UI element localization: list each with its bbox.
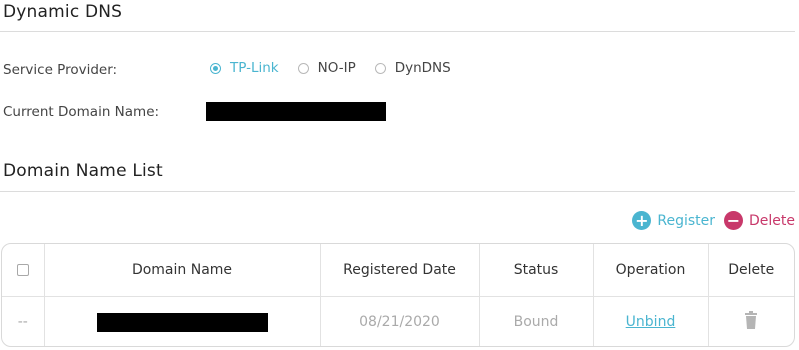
radio-circle	[297, 62, 309, 74]
radio-label: TP-Link	[230, 60, 279, 76]
domain-table: Domain Name Registered Date Status Opera…	[1, 243, 795, 347]
domain-name-list-title: Domain Name List	[3, 161, 163, 181]
radio-no-ip[interactable]: NO-IP	[297, 60, 356, 76]
status-cell: Bound	[479, 296, 594, 346]
dynamic-dns-title: Dynamic DNS	[3, 2, 123, 22]
table-actions: + Register − Delete	[632, 211, 795, 230]
radio-label: NO-IP	[317, 60, 356, 76]
minus-circle-icon: −	[724, 211, 743, 230]
column-header-status: Status	[479, 244, 594, 297]
register-button[interactable]: + Register	[632, 211, 715, 230]
ddns-page: Dynamic DNS Service Provider: TP-Link NO…	[0, 0, 799, 350]
select-all-checkbox[interactable]	[16, 264, 29, 276]
delete-button[interactable]: − Delete	[724, 211, 795, 230]
service-provider-label: Service Provider:	[3, 62, 118, 78]
domain-name-cell	[44, 296, 321, 346]
radio-tp-link[interactable]: TP-Link	[210, 60, 279, 76]
service-provider-radio-group: TP-Link NO-IP DynDNS	[210, 60, 470, 76]
section-divider	[0, 31, 795, 32]
radio-dyndns[interactable]: DynDNS	[374, 60, 451, 76]
plus-circle-icon: +	[632, 211, 652, 230]
radio-circle-selected	[210, 62, 221, 74]
trash-icon[interactable]	[744, 311, 758, 333]
current-domain-label: Current Domain Name:	[3, 104, 160, 120]
registered-date-cell: 08/21/2020	[320, 296, 480, 346]
select-all-cell	[2, 244, 45, 297]
column-header-registered-date: Registered Date	[320, 244, 480, 297]
current-domain-value-redacted	[206, 102, 386, 121]
table-row: -- 08/21/2020 Bound Unbind	[2, 296, 794, 347]
table-header-row: Domain Name Registered Date Status Opera…	[2, 244, 794, 297]
delete-cell	[708, 297, 794, 347]
domain-name-redacted	[96, 312, 268, 332]
unbind-link[interactable]: Unbind	[626, 314, 676, 330]
radio-label: DynDNS	[394, 60, 451, 76]
column-header-domain-name: Domain Name	[44, 244, 321, 297]
row-select-placeholder: --	[2, 296, 45, 346]
delete-label: Delete	[749, 212, 795, 229]
section-divider	[0, 191, 795, 192]
radio-circle	[374, 62, 386, 74]
register-label: Register	[657, 212, 715, 229]
operation-cell: Unbind	[593, 296, 709, 346]
column-header-delete: Delete	[708, 244, 794, 297]
column-header-operation: Operation	[593, 244, 709, 297]
